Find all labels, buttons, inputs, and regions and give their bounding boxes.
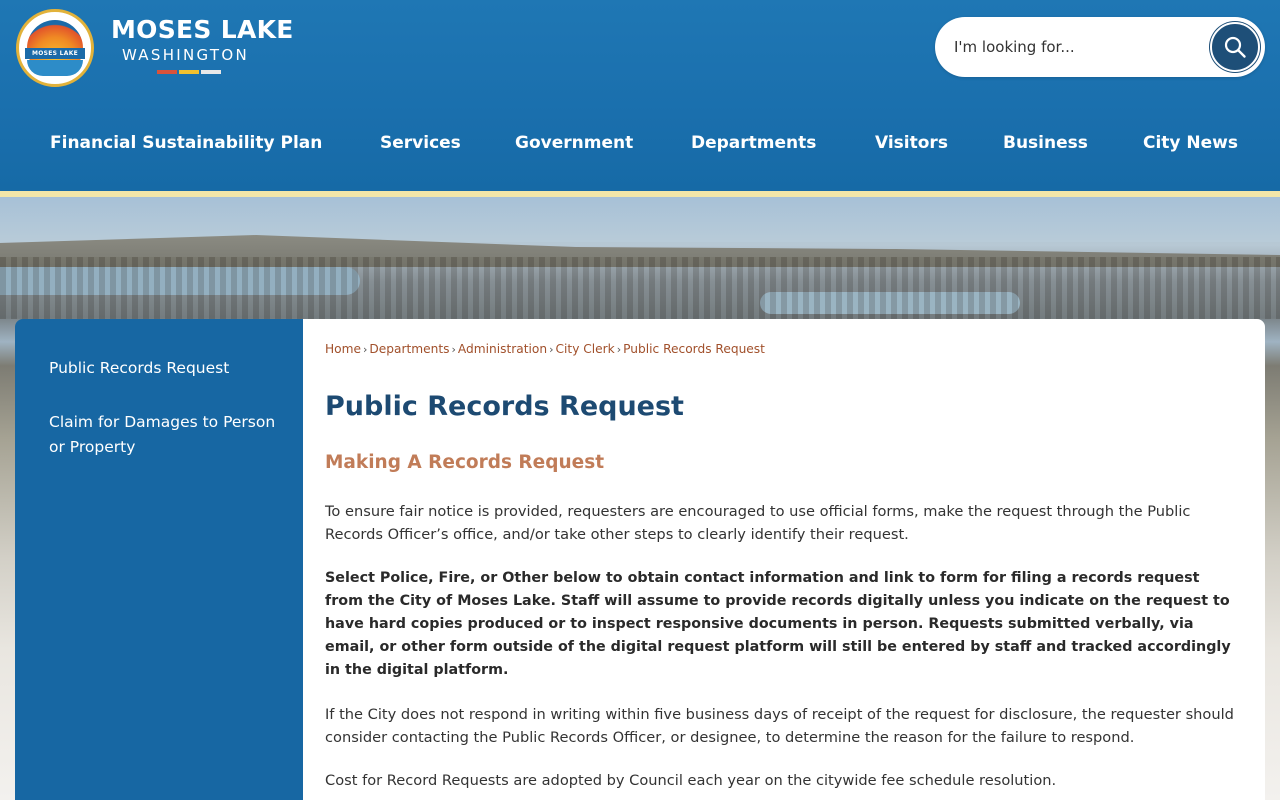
search-button[interactable] [1210,22,1260,72]
cost-paragraph: Cost for Record Requests are adopted by … [325,772,1057,789]
breadcrumb: Home › Departments › Administration › City Cle… [325,342,765,356]
breadcrumb-administration[interactable]: Administration [458,342,547,356]
nav-financial-sustainability-plan[interactable]: Financial Sustainability Plan [50,130,322,156]
search-icon [1224,36,1246,58]
breadcrumb-city-clerk[interactable]: City Clerk [556,342,615,356]
sidebar-item-public-records-request[interactable]: Public Records Request [49,356,279,381]
intro-paragraph: To ensure fair notice is provided, reque… [325,503,1191,543]
brand-stripe [201,70,221,74]
hero-sky [0,197,1280,242]
search-input[interactable] [954,34,1204,60]
breadcrumb-departments[interactable]: Departments [369,342,449,356]
nav-departments[interactable]: Departments [691,130,816,156]
response-paragraph: If the City does not respond in writing … [325,706,1234,746]
breadcrumb-separator-icon: › [363,343,368,356]
nav-services[interactable]: Services [380,130,461,156]
site-header: MOSES LAKE MOSES LAKE WASHINGTON Financi… [0,0,1280,191]
city-logo[interactable]: MOSES LAKE [16,9,94,87]
breadcrumb-separator-icon: › [616,343,622,356]
instructions-paragraph: Select Police, Fire, or Other below to o… [325,570,1231,678]
page-title: Public Records Request [325,391,684,422]
sidebar: Public Records Request Claim for Damages… [15,319,303,800]
nav-government[interactable]: Government [515,130,633,156]
brand-subtitle: WASHINGTON [122,46,249,64]
logo-badge-text: MOSES LAKE [25,48,85,59]
nav-city-news[interactable]: City News [1143,130,1238,156]
hero-town [0,257,1280,319]
brand-stripes [157,70,221,74]
breadcrumb-separator-icon: › [549,343,554,356]
breadcrumb-separator-icon: › [451,343,456,356]
brand-stripe [179,70,199,74]
logo-water-icon [27,60,83,76]
brand-title[interactable]: MOSES LAKE [111,15,294,44]
section-title: Making A Records Request [325,452,605,473]
nav-business[interactable]: Business [1003,130,1088,156]
main-nav: Financial Sustainability Plan Services G… [0,130,1280,156]
breadcrumb-home[interactable]: Home [325,342,361,356]
search-bar [935,17,1265,77]
breadcrumb-current: Public Records Request [623,342,765,356]
sidebar-item-claim-for-damages[interactable]: Claim for Damages to Person or Property [49,410,279,460]
main-content: Home › Departments › Administration › City Cle… [303,319,1265,800]
brand-stripe [157,70,177,74]
nav-visitors[interactable]: Visitors [875,130,948,156]
